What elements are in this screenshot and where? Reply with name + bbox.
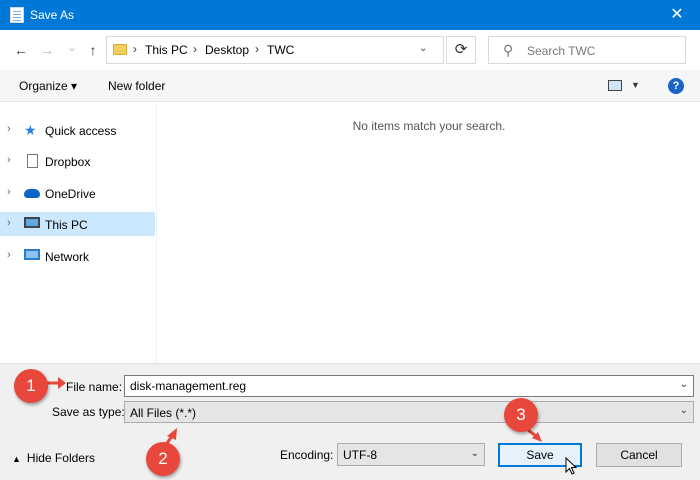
back-button[interactable]: ← bbox=[12, 41, 30, 59]
annotation-badge-1: 1 bbox=[14, 369, 48, 403]
file-name-label: File name: bbox=[66, 380, 123, 394]
command-bar: Organize ▾ New folder ▼ ? bbox=[0, 70, 700, 102]
breadcrumb-desktop[interactable]: Desktop bbox=[205, 43, 249, 57]
navigation-pane: › ★ Quick access › Dropbox › OneDrive › … bbox=[0, 103, 157, 363]
close-button[interactable]: ✕ bbox=[654, 0, 700, 30]
address-row: ← → ⌄ ↑ › This PC › Desktop › TWC ⌄ ⟳ ⚲ … bbox=[0, 30, 700, 70]
search-placeholder: Search TWC bbox=[527, 44, 596, 58]
organize-button[interactable]: Organize ▾ bbox=[19, 79, 77, 93]
folder-icon bbox=[113, 44, 127, 55]
cloud-icon bbox=[24, 189, 40, 198]
chevron-down-icon[interactable]: ⌄ bbox=[419, 43, 427, 54]
chevron-up-icon: ▲ bbox=[12, 454, 21, 464]
chevron-right-icon: › bbox=[193, 42, 197, 56]
chevron-right-icon: › bbox=[255, 42, 259, 56]
chevron-right-icon: › bbox=[133, 42, 137, 56]
encoding-label: Encoding: bbox=[280, 448, 334, 462]
network-icon bbox=[24, 249, 40, 260]
notepad-icon bbox=[10, 7, 24, 23]
sidebar-item-label: Dropbox bbox=[45, 155, 91, 169]
search-box[interactable]: ⚲ Search TWC bbox=[488, 36, 686, 64]
annotation-badge-2: 2 bbox=[146, 442, 180, 476]
save-as-type-value: All Files (*.*) bbox=[130, 406, 197, 420]
search-icon: ⚲ bbox=[503, 42, 514, 58]
chevron-down-icon[interactable]: ⌄ bbox=[680, 379, 688, 390]
sidebar-item-this-pc[interactable]: › This PC bbox=[0, 212, 155, 236]
change-view-icon[interactable] bbox=[608, 80, 622, 91]
encoding-select[interactable]: UTF-8 ⌄ bbox=[337, 443, 485, 466]
star-icon: ★ bbox=[24, 122, 37, 138]
computer-icon bbox=[24, 217, 40, 228]
document-icon bbox=[27, 154, 38, 168]
sidebar-item-label: Quick access bbox=[45, 124, 117, 138]
chevron-right-icon[interactable]: › bbox=[7, 154, 11, 166]
window-title: Save As bbox=[30, 8, 75, 22]
chevron-right-icon[interactable]: › bbox=[7, 217, 11, 229]
mouse-cursor-icon bbox=[565, 457, 578, 475]
new-folder-button[interactable]: New folder bbox=[108, 79, 165, 93]
forward-button[interactable]: → bbox=[38, 41, 56, 59]
save-as-type-select[interactable]: All Files (*.*) ⌄ bbox=[124, 401, 694, 423]
up-button[interactable]: ↑ bbox=[84, 41, 102, 59]
encoding-value: UTF-8 bbox=[343, 448, 377, 462]
chevron-down-icon[interactable]: ⌄ bbox=[471, 448, 479, 459]
title-bar: Save As ✕ bbox=[0, 0, 700, 30]
sidebar-item-quick-access[interactable]: › ★ Quick access bbox=[0, 118, 155, 142]
chevron-right-icon[interactable]: › bbox=[7, 123, 11, 135]
cancel-button[interactable]: Cancel bbox=[596, 443, 682, 467]
recent-locations-button[interactable]: ⌄ bbox=[63, 39, 81, 57]
chevron-right-icon[interactable]: › bbox=[7, 186, 11, 198]
file-name-field[interactable]: ⌄ bbox=[124, 375, 694, 397]
save-form: File name: ⌄ Save as type: All Files (*.… bbox=[0, 363, 700, 480]
save-as-type-label: Save as type: bbox=[52, 405, 125, 419]
sidebar-item-dropbox[interactable]: › Dropbox bbox=[0, 149, 155, 173]
sidebar-item-label: OneDrive bbox=[45, 187, 96, 201]
annotation-badge-3: 3 bbox=[504, 398, 538, 432]
chevron-down-icon[interactable]: ⌄ bbox=[680, 405, 688, 416]
sidebar-item-network[interactable]: › Network bbox=[0, 244, 155, 268]
file-list[interactable]: No items match your search. bbox=[158, 103, 700, 363]
breadcrumb-this-pc[interactable]: This PC bbox=[145, 43, 188, 57]
sidebar-item-onedrive[interactable]: › OneDrive bbox=[0, 181, 155, 205]
help-icon[interactable]: ? bbox=[668, 78, 684, 94]
sidebar-item-label: Network bbox=[45, 250, 90, 264]
hide-folders-button[interactable]: ▲ Hide Folders bbox=[12, 451, 95, 465]
chevron-right-icon[interactable]: › bbox=[7, 249, 11, 261]
hide-folders-label: Hide Folders bbox=[26, 451, 95, 465]
view-options-dropdown[interactable]: ▼ bbox=[631, 80, 640, 90]
address-bar[interactable]: › This PC › Desktop › TWC ⌄ bbox=[106, 36, 444, 64]
file-name-input[interactable] bbox=[125, 376, 665, 396]
breadcrumb-twc[interactable]: TWC bbox=[267, 43, 294, 57]
sidebar-item-label: This PC bbox=[45, 218, 88, 232]
empty-message: No items match your search. bbox=[352, 119, 506, 133]
refresh-button[interactable]: ⟳ bbox=[446, 36, 476, 64]
